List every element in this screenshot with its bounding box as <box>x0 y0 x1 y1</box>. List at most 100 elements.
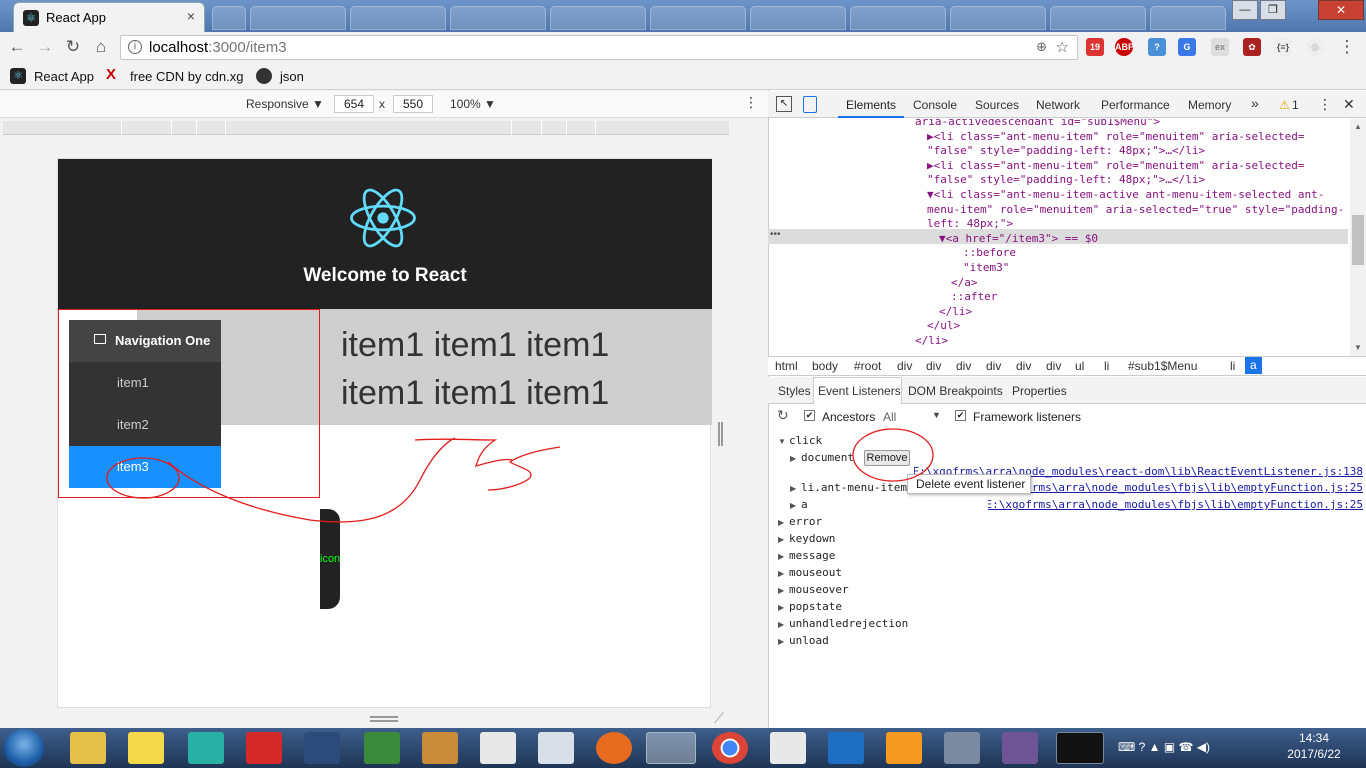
paint-icon[interactable] <box>422 732 458 764</box>
device-toggle-icon[interactable] <box>803 96 817 113</box>
dom-line[interactable]: left: 48px;"> <box>927 217 1013 232</box>
minimize-button[interactable]: — <box>1232 0 1258 20</box>
address-bar[interactable]: i localhost:3000/item3 ⊕ ☆ <box>120 35 1078 60</box>
breadcrumb-item[interactable]: #sub1$Menu <box>1128 359 1197 373</box>
warning-icon[interactable]: ⚠ <box>1279 98 1290 112</box>
subtab-event-listeners[interactable]: Event Listeners <box>818 384 901 398</box>
breadcrumb-item[interactable]: li <box>1230 359 1235 373</box>
inspect-element-icon[interactable]: ↖ <box>776 96 792 112</box>
event-type-unhandledrejection[interactable]: unhandledrejection <box>789 617 908 630</box>
extension-icon[interactable]: 19 <box>1086 38 1104 56</box>
event-type-popstate[interactable]: popstate <box>789 600 842 613</box>
breadcrumb-item[interactable]: li <box>1104 359 1109 373</box>
subtab-dom-breakpoints[interactable]: DOM Breakpoints <box>908 384 1003 398</box>
expand-triangle-icon[interactable]: ▶ <box>778 586 784 595</box>
dom-line[interactable]: </ul> <box>927 319 960 334</box>
expand-triangle-icon[interactable]: ▶ <box>778 552 784 561</box>
media-query-ruler[interactable] <box>3 121 729 135</box>
background-tab[interactable] <box>550 6 646 30</box>
close-window-button[interactable]: ✕ <box>1318 0 1364 20</box>
listener-target[interactable]: document <box>801 451 854 464</box>
dom-line[interactable]: "false" style="padding-left: 48px;">…</l… <box>927 173 1205 188</box>
background-tab[interactable] <box>350 6 446 30</box>
dom-line[interactable]: ▼<li class="ant-menu-item-active ant-men… <box>927 188 1324 203</box>
tab-sources[interactable]: Sources <box>975 98 1019 112</box>
event-type-keydown[interactable]: keydown <box>789 532 835 545</box>
tab-network[interactable]: Network <box>1036 98 1080 112</box>
extension-icon[interactable]: ◎ <box>1306 38 1324 56</box>
event-type-mouseover[interactable]: mouseover <box>789 583 849 596</box>
remove-listener-button[interactable]: Remove <box>864 450 910 466</box>
background-tab[interactable] <box>1050 6 1146 30</box>
app-icon[interactable] <box>246 732 282 764</box>
chrome-icon[interactable] <box>712 732 748 764</box>
scroll-up-icon[interactable]: ▲ <box>1354 122 1362 131</box>
background-tab[interactable] <box>250 6 346 30</box>
explorer-icon[interactable] <box>70 732 106 764</box>
vscode-icon[interactable] <box>828 732 864 764</box>
warning-count[interactable]: 1 <box>1292 98 1299 112</box>
dom-line[interactable]: </a> <box>951 276 978 291</box>
vim-icon[interactable] <box>364 732 400 764</box>
app-icon[interactable] <box>944 732 980 764</box>
viewport-width-input[interactable]: 654 <box>334 95 374 113</box>
event-type-message[interactable]: message <box>789 549 835 562</box>
bookmark-react-app[interactable]: React App <box>34 69 94 84</box>
breadcrumb-item[interactable]: #root <box>854 359 881 373</box>
expand-triangle-icon[interactable]: ▶ <box>778 637 784 646</box>
expand-triangle-icon[interactable]: ▶ <box>790 501 796 510</box>
translate-icon[interactable]: ⊕ <box>1036 39 1047 55</box>
ancestors-checkbox[interactable]: ✔ <box>804 410 815 421</box>
extension-icon[interactable]: ✿ <box>1243 38 1261 56</box>
breadcrumb-item[interactable]: div <box>1046 359 1061 373</box>
breadcrumb-item[interactable]: ul <box>1075 359 1084 373</box>
sticky-notes-icon[interactable] <box>128 732 164 764</box>
dom-line[interactable]: </li> <box>939 305 972 320</box>
more-tabs-icon[interactable]: » <box>1251 95 1259 111</box>
filter-dropdown-icon[interactable]: ▼ <box>932 410 941 420</box>
app-icon[interactable] <box>480 732 516 764</box>
restore-button[interactable]: ❐ <box>1260 0 1286 20</box>
breadcrumb-item-selected[interactable]: a <box>1245 357 1262 374</box>
breadcrumb-item[interactable]: div <box>1016 359 1031 373</box>
event-type-error[interactable]: error <box>789 515 822 528</box>
dom-line[interactable]: ::after <box>951 290 997 305</box>
breadcrumb-item[interactable]: div <box>986 359 1001 373</box>
listener-target[interactable]: a <box>801 498 808 511</box>
viewport-width-resize-handle[interactable] <box>718 422 723 446</box>
devtools-menu-icon[interactable]: ⋮ <box>1318 96 1332 113</box>
ancestors-filter-select[interactable]: All <box>883 410 896 424</box>
refresh-icon[interactable]: ↻ <box>777 407 789 424</box>
expand-triangle-icon[interactable]: ▶ <box>790 484 796 493</box>
dom-line[interactable]: aria-activedescendant id="sub1$Menu"> <box>915 119 1160 130</box>
background-tab[interactable] <box>450 6 546 30</box>
dom-line[interactable]: </li> <box>915 334 948 349</box>
adblock-icon[interactable]: ABP <box>1115 38 1134 56</box>
cmd-icon[interactable] <box>1056 732 1104 764</box>
breadcrumb-item[interactable]: html <box>775 359 798 373</box>
app-icon[interactable] <box>770 732 806 764</box>
expand-triangle-icon[interactable]: ▶ <box>790 454 796 463</box>
subtab-styles[interactable]: Styles <box>778 384 811 398</box>
dom-tree-scroll-thumb[interactable] <box>1352 215 1364 265</box>
expand-triangle-icon[interactable]: ▼ <box>778 437 786 446</box>
breadcrumb-item[interactable]: div <box>956 359 971 373</box>
browser-tab-react-app[interactable]: ⚛ React App × <box>13 2 205 32</box>
extension-icon[interactable]: ex <box>1211 38 1229 56</box>
devtools-close-icon[interactable]: ✕ <box>1343 96 1355 113</box>
dom-line[interactable]: ▶<li class="ant-menu-item" role="menuite… <box>927 130 1305 145</box>
device-mode-select[interactable]: Responsive ▼ <box>246 97 324 111</box>
dom-line[interactable]: menu-item" role="menuitem" aria-selected… <box>927 203 1344 218</box>
listener-source-link[interactable]: E:\xgofrms\arra\node_modules\fbjs\lib\em… <box>988 498 1363 511</box>
listener-target[interactable]: li.ant-menu-item <box>801 481 907 494</box>
background-tab[interactable] <box>950 6 1046 30</box>
chrome-menu-icon[interactable]: ⋮ <box>1336 36 1358 58</box>
background-tab[interactable] <box>650 6 746 30</box>
info-icon[interactable]: i <box>128 40 142 54</box>
viewport-height-input[interactable]: 550 <box>393 95 433 113</box>
device-menu-icon[interactable]: ⋮ <box>744 94 758 111</box>
event-click[interactable]: click <box>789 434 822 447</box>
bookmark-free-cdn[interactable]: free CDN by cdn.xg <box>130 69 243 84</box>
app-icon[interactable] <box>304 732 340 764</box>
expand-triangle-icon[interactable]: ▶ <box>778 569 784 578</box>
